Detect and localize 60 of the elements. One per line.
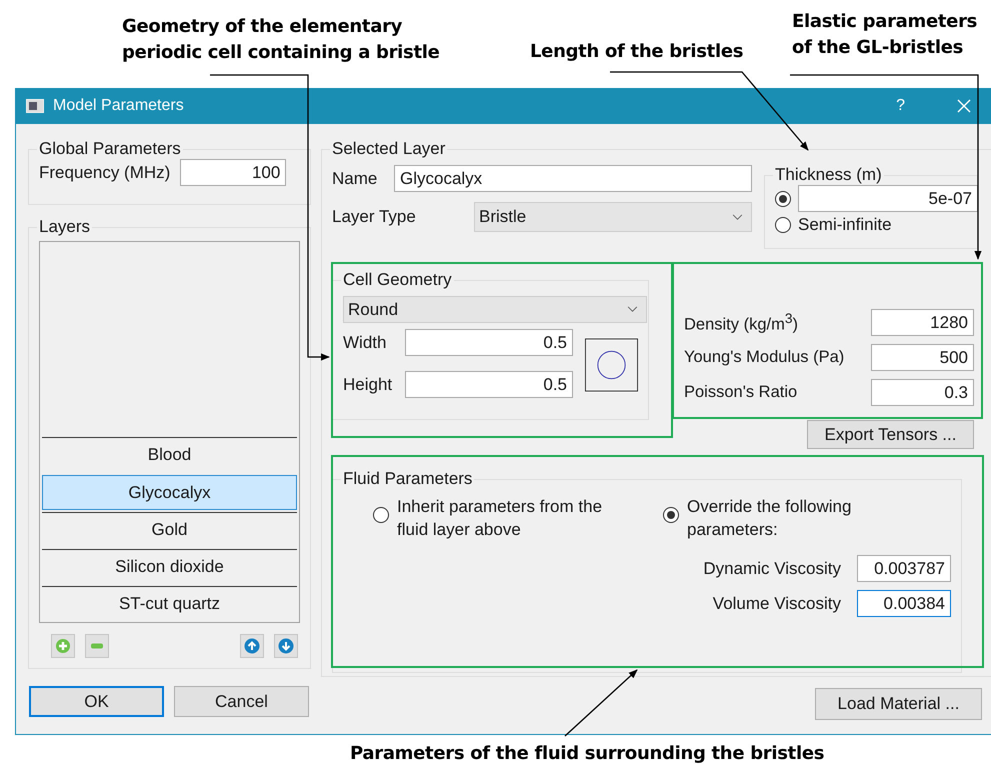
list-item[interactable]: Blood	[42, 437, 297, 472]
dialog-button[interactable]: Cancel	[174, 686, 309, 717]
caret-icon	[627, 306, 638, 313]
radio-button[interactable]	[663, 507, 679, 523]
window-title: Model Parameters	[53, 97, 185, 115]
group-title: Layers	[38, 217, 92, 237]
input-field[interactable]: 0.003787	[857, 555, 951, 582]
field-label: Layer Type	[332, 207, 417, 227]
list-item[interactable]: Silicon dioxide	[42, 549, 297, 584]
group-title: Fluid Parameters	[342, 469, 474, 489]
annotation-text: Length of the bristles	[530, 40, 744, 64]
add-button[interactable]	[51, 634, 75, 658]
window-icon	[26, 99, 44, 113]
caret-icon	[732, 214, 743, 220]
name-field[interactable]: Glycocalyx	[394, 165, 752, 192]
input-field[interactable]: 0.5	[405, 371, 573, 398]
list-item[interactable]: ST-cut quartz	[42, 586, 297, 621]
radio-button[interactable]	[373, 507, 389, 523]
group-title: Cell Geometry	[342, 270, 453, 290]
field-label: Dynamic Viscosity	[703, 558, 841, 578]
annotation-text: Parameters of the fluid surrounding the bristles	[350, 742, 826, 765]
field-label: Young's Modulus (Pa)	[684, 348, 844, 367]
field-label: Volume Viscosity	[712, 594, 841, 614]
field-label: Name	[332, 168, 378, 188]
field-label: Height	[343, 374, 394, 394]
radio-button[interactable]	[775, 190, 791, 206]
annotation-text: Elastic parameters of the GL-bristles	[792, 10, 978, 60]
load-material-button[interactable]: Load Material ...	[815, 688, 982, 720]
close-icon[interactable]	[957, 99, 971, 113]
dialog-button[interactable]: OK	[29, 686, 164, 717]
input-field[interactable]: 0.5	[405, 329, 573, 356]
layer-type-dropdown[interactable]: Bristle	[474, 202, 752, 232]
shape-dropdown[interactable]: Round	[343, 296, 647, 323]
radio-label: Semi-infinite	[798, 215, 892, 235]
list-item[interactable]: Glycocalyx	[42, 475, 297, 510]
radio-button[interactable]	[775, 217, 791, 233]
radio-label: Override the following parameters:	[687, 496, 852, 541]
input-field[interactable]: 1280	[871, 309, 974, 336]
arrow-up-icon	[244, 638, 260, 654]
input-field[interactable]: 0.00384	[857, 590, 951, 617]
group-title: Global Parameters	[38, 139, 182, 159]
group-title: Thickness (m)	[774, 165, 883, 185]
input-field[interactable]: 500	[871, 344, 974, 371]
field-label: Width	[343, 332, 388, 352]
annotation-text: Geometry of the elementary periodic cell containing a bristle	[122, 15, 441, 65]
input-field[interactable]: 0.3	[871, 379, 974, 406]
field-label: Poisson's Ratio	[684, 383, 798, 402]
move-up-button[interactable]	[240, 634, 264, 658]
group-title: Selected Layer	[331, 139, 446, 159]
arrow-down-icon	[278, 638, 294, 654]
radio-label: Inherit parameters from the fluid layer above	[397, 496, 603, 541]
move-down-button[interactable]	[274, 634, 298, 658]
export-tensors-button[interactable]: Export Tensors ...	[807, 420, 974, 449]
thickness-field[interactable]: 5e-07	[798, 185, 978, 212]
field-label: Density (kg/m$^{3}$)	[684, 310, 798, 334]
help-button[interactable]: ?	[896, 97, 905, 115]
list-item[interactable]: Gold	[42, 512, 297, 547]
field-label: Frequency (MHz)	[39, 162, 170, 182]
input-field[interactable]: 100	[180, 159, 286, 186]
plus-icon	[55, 638, 71, 654]
